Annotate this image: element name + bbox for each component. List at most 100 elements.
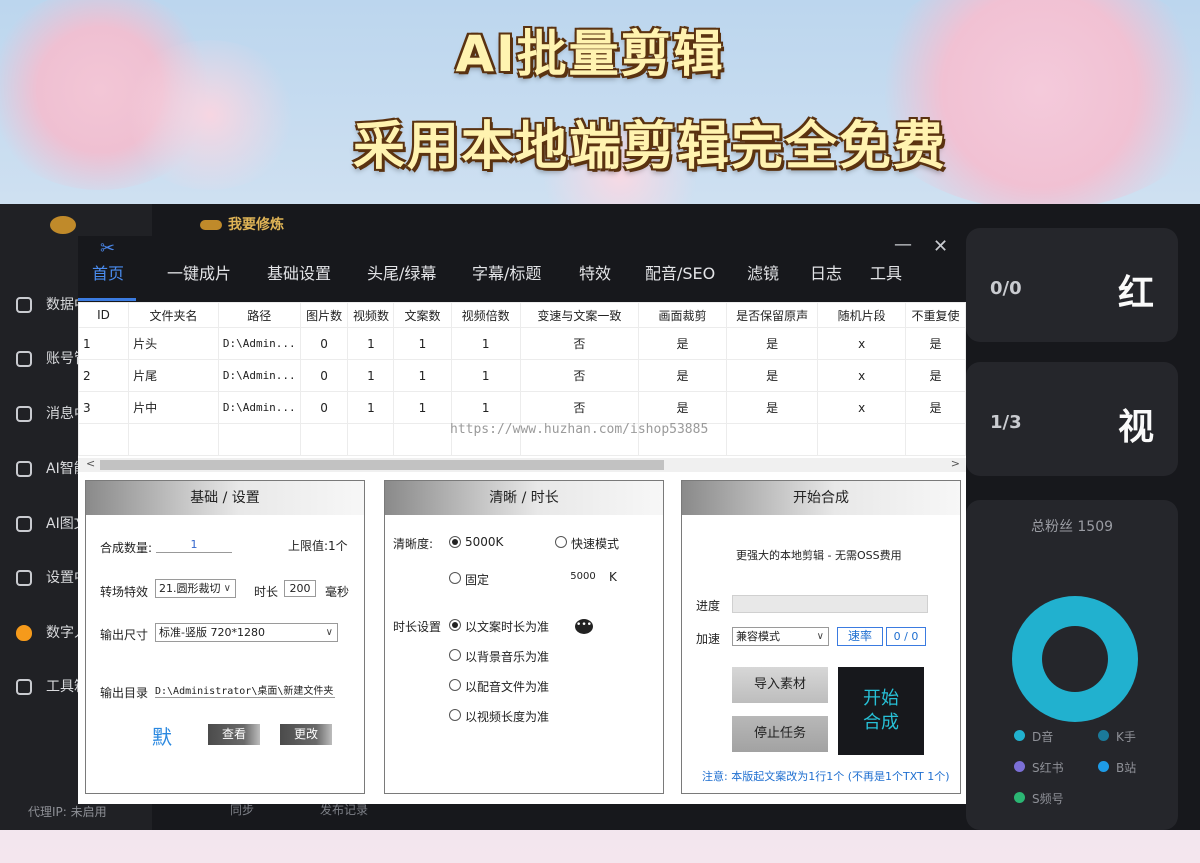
chat-icon[interactable]: •••	[575, 619, 593, 634]
column-header[interactable]: 不重复使	[905, 302, 966, 328]
fast-mode-radio[interactable]: 快速模式	[555, 535, 619, 552]
close-button[interactable]: ✕	[933, 236, 948, 257]
table-cell: 片尾	[128, 359, 219, 392]
count-input[interactable]	[156, 536, 232, 553]
tab-home[interactable]: 首页	[92, 262, 124, 286]
column-header[interactable]: 画面裁剪	[638, 302, 727, 328]
output-dir-input[interactable]	[155, 681, 335, 698]
tab-logs[interactable]: 日志	[810, 262, 842, 286]
count-label: 合成数量:	[100, 541, 153, 555]
legend-dot	[1098, 761, 1109, 772]
speed-mode-select[interactable]: 兼容模式 ∨	[732, 627, 829, 646]
change-button[interactable]: 更改	[280, 724, 332, 745]
panel-title: 基础 / 设置	[86, 481, 364, 515]
legend-item: K手	[1098, 728, 1136, 745]
progress-label: 进度	[696, 599, 721, 613]
transition-select[interactable]: 21.圆形裁切 ∨	[155, 579, 236, 598]
table-cell: 否	[519, 359, 640, 392]
import-materials-button[interactable]: 导入素材	[732, 667, 828, 703]
duration-by-bgm-radio[interactable]: 以背景音乐为准	[449, 648, 549, 665]
column-header[interactable]: 随机片段	[817, 302, 907, 328]
column-header[interactable]: 变速与文案一致	[519, 302, 640, 328]
clarity-label: 清晰度:	[393, 537, 434, 551]
fixed-bitrate-input[interactable]	[563, 568, 603, 585]
table-cell: 1	[393, 391, 452, 424]
scroll-right-icon[interactable]: >	[951, 457, 960, 470]
scissors-icon: ✂	[100, 238, 116, 259]
fixed-radio[interactable]: 固定	[449, 571, 489, 588]
duration-setting-label: 时长设置	[393, 620, 442, 634]
fixed-bitrate-unit: K	[609, 570, 617, 584]
output-size-select[interactable]: 标准-竖版 720*1280 ∨	[155, 623, 338, 642]
view-button[interactable]: 查看	[208, 724, 260, 745]
tab-effects[interactable]: 特效	[579, 262, 611, 286]
transition-label: 转场特效	[100, 585, 149, 599]
table-row[interactable]: 1 片头 D:\Admin... 0 1 1 1 否 是 是 x 是	[78, 327, 966, 360]
wings-icon	[200, 220, 222, 230]
table-cell: D:\Admin...	[217, 359, 301, 392]
card-platform-glyph: 红	[1117, 272, 1154, 314]
tab-subtitles[interactable]: 字幕/标题	[472, 262, 541, 286]
table-cell: 0	[299, 391, 349, 424]
speed-label: 加速	[696, 632, 721, 646]
tab-tools[interactable]: 工具	[870, 262, 902, 286]
column-header[interactable]: 图片数	[299, 302, 349, 328]
table-cell: 否	[519, 327, 640, 360]
platform-card-red[interactable]: 0/0 红	[966, 228, 1178, 342]
table-cell: 是	[725, 359, 819, 392]
column-header[interactable]: 文案数	[393, 302, 452, 328]
briefcase-icon	[16, 516, 32, 532]
headline-secondary: 采用本地端剪辑完全免费	[352, 117, 947, 177]
duration-input[interactable]	[284, 580, 316, 597]
table-cell: 0	[299, 359, 349, 392]
duration-by-video-radio[interactable]: 以视频长度为准	[449, 708, 549, 725]
tab-one-click[interactable]: 一键成片	[167, 262, 231, 286]
duration-by-copy-radio[interactable]: 以文案时长为准	[449, 618, 549, 635]
table-cell: 片中	[128, 391, 219, 424]
table-cell: 1	[450, 359, 521, 392]
platform-card-video[interactable]: 1/3 视	[966, 362, 1178, 476]
table-cell: x	[817, 327, 907, 360]
tab-voice-seo[interactable]: 配音/SEO	[645, 262, 715, 286]
ai-icon	[16, 461, 32, 477]
rate-label: 速率	[837, 627, 883, 646]
table-cell: 1	[393, 359, 452, 392]
watermark-url: https://www.huzhan.com/ishop53885	[450, 422, 709, 437]
legend-dot	[1014, 761, 1025, 772]
column-header[interactable]: 是否保留原声	[725, 302, 819, 328]
column-header[interactable]: 文件夹名	[128, 302, 219, 328]
column-header[interactable]: 视频倍数	[450, 302, 521, 328]
minimize-button[interactable]: —	[894, 234, 912, 255]
table-cell: 1	[450, 391, 521, 424]
panel-title: 清晰 / 时长	[385, 481, 663, 515]
table-horizontal-scrollbar[interactable]: < >	[78, 457, 966, 472]
scroll-left-icon[interactable]: <	[86, 457, 95, 470]
table-cell: 1	[450, 327, 521, 360]
clarity-duration-panel: 清晰 / 时长 清晰度: 5000K 快速模式 固定 K 时长设置 以文案时长为…	[384, 480, 664, 794]
chevron-down-icon: ∨	[325, 627, 333, 638]
legend-item: S频号	[1014, 790, 1064, 807]
legend-dot	[1098, 730, 1109, 741]
table-cell: 3	[78, 391, 130, 424]
table-cell: 是	[638, 391, 727, 424]
tab-head-tail[interactable]: 头尾/绿幕	[367, 262, 436, 286]
progress-bar	[732, 595, 928, 613]
chevron-down-icon: ∨	[816, 631, 824, 642]
tab-basic-settings[interactable]: 基础设置	[267, 262, 331, 286]
column-header[interactable]: 视频数	[347, 302, 395, 328]
table-cell: 是	[905, 391, 966, 424]
table-row[interactable]: 2 片尾 D:\Admin... 0 1 1 1 否 是 是 x 是	[78, 359, 966, 392]
table-cell: 是	[638, 327, 727, 360]
stop-task-button[interactable]: 停止任务	[732, 716, 828, 752]
scrollbar-thumb[interactable]	[100, 460, 664, 470]
default-button[interactable]: 默	[152, 721, 172, 750]
duration-by-voice-radio[interactable]: 以配音文件为准	[449, 678, 549, 695]
legend-item: D音	[1014, 728, 1053, 745]
table-cell: 是	[638, 359, 727, 392]
table-row[interactable]: 3 片中 D:\Admin... 0 1 1 1 否 是 是 x 是	[78, 391, 966, 424]
column-header[interactable]: ID	[78, 302, 130, 328]
tab-filters[interactable]: 滤镜	[747, 262, 779, 286]
start-compose-button[interactable]: 开始 合成	[838, 667, 924, 755]
column-header[interactable]: 路径	[217, 302, 301, 328]
clarity-5000k-radio[interactable]: 5000K	[449, 535, 503, 549]
